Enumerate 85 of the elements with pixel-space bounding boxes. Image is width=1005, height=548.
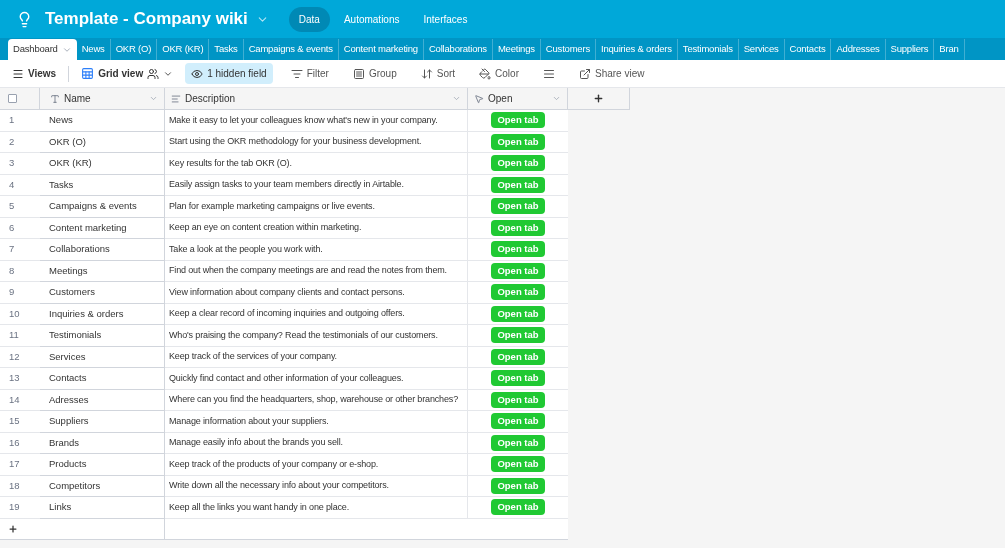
column-header[interactable]: Description [165, 88, 468, 110]
open-tab-button[interactable]: Open tab [491, 434, 545, 451]
name-cell: News [40, 110, 165, 132]
share-icon [578, 67, 591, 80]
description-cell: Take a look at the people you work with. [165, 239, 468, 261]
description-cell: Manage information about your suppliers. [165, 411, 468, 433]
description-cell: Who's praising the company? Read the testimonials of our customers. [165, 325, 468, 347]
views-button[interactable]: Views [12, 66, 57, 81]
group-icon [352, 67, 365, 80]
open-tab-button[interactable]: Open tab [491, 155, 545, 172]
open-tab-button[interactable]: Open tab [491, 477, 545, 494]
filter-icon [290, 67, 303, 80]
row-number: 11 [0, 325, 40, 347]
name-cell: Campaigns & events [40, 196, 165, 218]
open-tab-button[interactable]: Open tab [491, 241, 545, 258]
open-tab-button[interactable]: Open tab [491, 284, 545, 301]
paint-bucket-icon [479, 67, 492, 80]
name-cell: Links [40, 497, 165, 519]
nav-tab[interactable]: Data [288, 6, 330, 32]
open-tab-button[interactable]: Open tab [491, 499, 545, 516]
description-cell: Make it easy to let your colleagues know what's new in your company. [165, 110, 468, 132]
grid-view-button[interactable]: Grid view [81, 66, 174, 81]
name-cell: Testimonials [40, 325, 165, 347]
grid-icon [81, 67, 95, 80]
eye-icon [191, 67, 204, 80]
open-tab-button[interactable]: Open tab [491, 133, 545, 150]
open-tab-button[interactable]: Open tab [491, 391, 545, 408]
name-cell: Suppliers [40, 411, 165, 433]
row-number: 3 [0, 153, 40, 175]
open-tab-button[interactable]: Open tab [491, 219, 545, 236]
open-tab-button[interactable]: Open tab [491, 176, 545, 193]
open-tab-button[interactable]: Open tab [491, 456, 545, 473]
name-cell: Customers [40, 282, 165, 304]
description-cell: View information about company clients and contact persons. [165, 282, 468, 304]
chevron-down-icon [452, 94, 461, 103]
toolbar-button[interactable]: Share view [572, 63, 651, 84]
open-tab-button[interactable]: Open tab [491, 327, 545, 344]
plus-icon [8, 523, 18, 534]
description-cell: Quickly find contact and other information of your colleagues. [165, 368, 468, 390]
row-number: 5 [0, 196, 40, 218]
base-title: Template - Company wiki [45, 8, 248, 31]
row-height-icon [542, 67, 555, 80]
description-cell: Key results for the tab OKR (O). [165, 153, 468, 175]
description-cell: Keep all the links you want handy in one place. [165, 497, 468, 519]
name-cell: Contacts [40, 368, 165, 390]
description-cell: Plan for example marketing campaigns or live events. [165, 196, 468, 218]
chevron-down-icon [149, 94, 158, 103]
open-tab-button[interactable]: Open tab [491, 370, 545, 387]
toolbar-button[interactable]: Sort [414, 63, 462, 84]
row-number: 17 [0, 454, 40, 476]
add-field-button[interactable] [568, 88, 630, 110]
name-cell: Products [40, 454, 165, 476]
row-number: 19 [0, 497, 40, 519]
open-tab-button[interactable]: Open tab [491, 305, 545, 322]
toolbar-button[interactable]: 1 hidden field [185, 63, 273, 84]
nav-tab[interactable]: Interfaces [413, 6, 478, 32]
name-cell: Collaborations [40, 239, 165, 261]
checkbox[interactable] [8, 94, 17, 103]
cursor-icon [474, 93, 484, 104]
text-field-icon [50, 93, 60, 104]
description-cell: Keep track of the products of your company or e-shop. [165, 454, 468, 476]
sort-icon [420, 67, 433, 80]
open-tab-button[interactable]: Open tab [491, 198, 545, 215]
row-number: 13 [0, 368, 40, 390]
open-tab-button[interactable]: Open tab [491, 413, 545, 430]
column-header[interactable]: Open [468, 88, 568, 110]
toolbar-button[interactable]: Color [473, 63, 525, 84]
toolbar-button[interactable]: Group [346, 63, 403, 84]
nav-tab[interactable]: Automations [333, 6, 410, 32]
row-number: 9 [0, 282, 40, 304]
row-number: 15 [0, 411, 40, 433]
name-cell: OKR (KR) [40, 153, 165, 175]
people-icon [147, 67, 160, 80]
table-tab[interactable]: Dashboard [8, 39, 77, 60]
open-tab-button[interactable]: Open tab [491, 348, 545, 365]
long-text-icon [171, 93, 181, 104]
column-header[interactable]: Name [40, 88, 165, 110]
open-tab-button[interactable]: Open tab [491, 262, 545, 279]
open-tab-button[interactable]: Open tab [491, 112, 545, 129]
row-number: 7 [0, 239, 40, 261]
menu-icon [12, 67, 24, 80]
plus-icon [593, 93, 604, 104]
toolbar-button[interactable]: Filter [284, 63, 335, 84]
chevron-down-icon [552, 94, 561, 103]
row-number: 1 [0, 110, 40, 132]
